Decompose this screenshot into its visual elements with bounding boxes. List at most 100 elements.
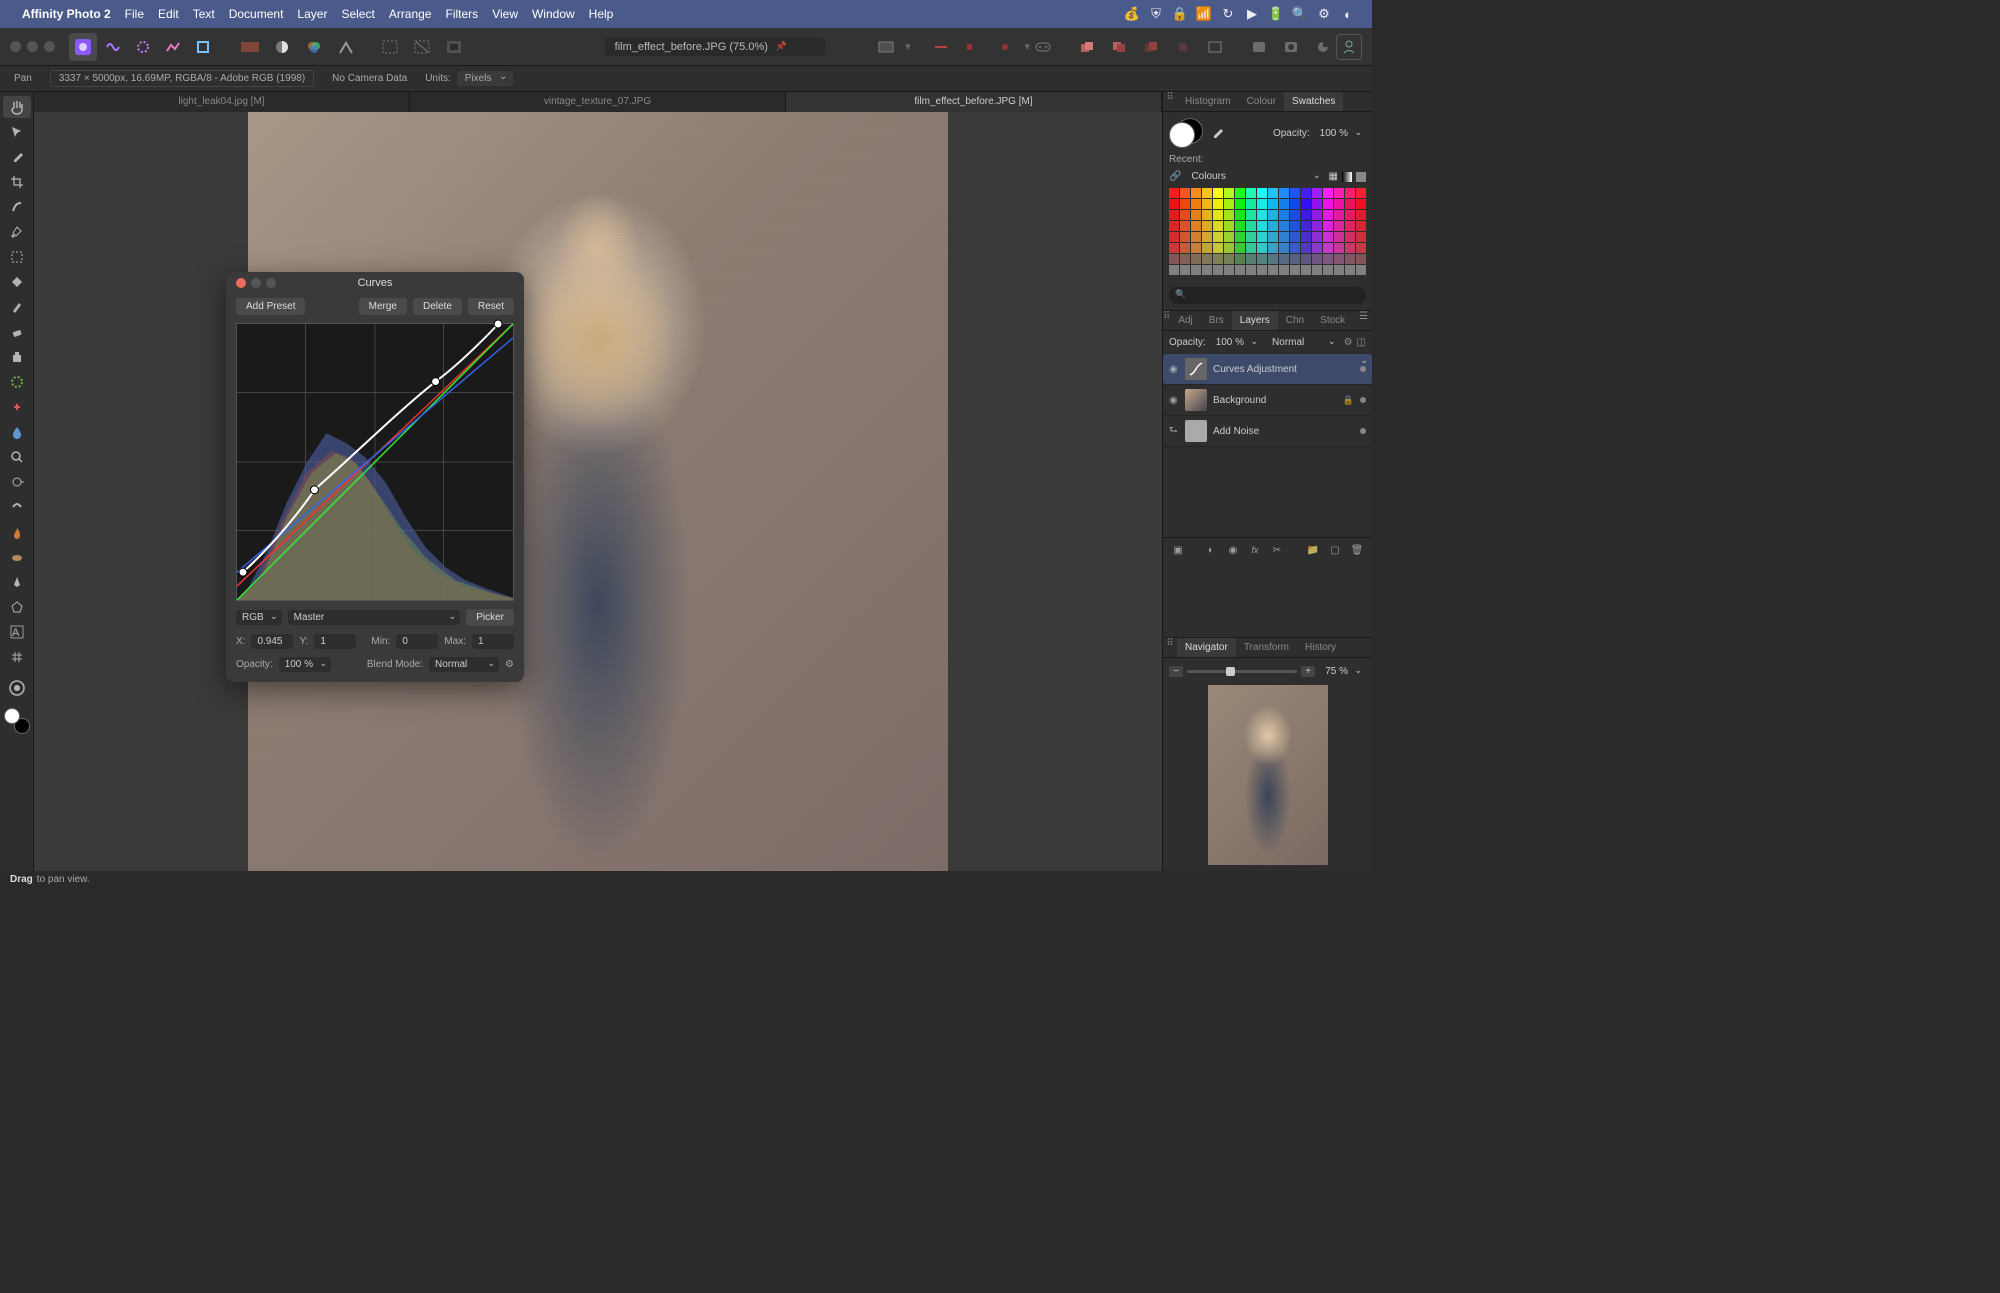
swatch[interactable]	[1312, 199, 1322, 209]
swatch[interactable]	[1323, 243, 1333, 253]
lock-icon[interactable]: 🔒	[1168, 6, 1192, 22]
zoom-slider[interactable]	[1187, 670, 1297, 673]
swatch[interactable]	[1268, 232, 1278, 242]
swatch[interactable]	[1301, 243, 1311, 253]
persona-liquify[interactable]	[99, 33, 127, 61]
adjustment-icon[interactable]: ◐	[1202, 542, 1220, 558]
swatch[interactable]	[1345, 199, 1355, 209]
zoom-out-button[interactable]: −	[1169, 666, 1183, 677]
swatch[interactable]	[1235, 199, 1245, 209]
swatch[interactable]	[1345, 188, 1355, 198]
swatch[interactable]	[1279, 199, 1289, 209]
swatch[interactable]	[1191, 232, 1201, 242]
curves-dialog[interactable]: Curves Add Preset Merge Delete Reset	[226, 272, 524, 682]
arrange-front-icon[interactable]	[1074, 36, 1100, 58]
swatch[interactable]	[1323, 232, 1333, 242]
account-icon[interactable]	[1336, 34, 1362, 60]
swatch[interactable]	[1290, 210, 1300, 220]
inpaint-tool[interactable]	[3, 371, 31, 393]
swatch[interactable]	[1334, 232, 1344, 242]
link-icon[interactable]: 🔗	[1169, 171, 1181, 182]
shape-tool[interactable]	[3, 596, 31, 618]
swatch[interactable]	[1191, 188, 1201, 198]
swatch[interactable]	[1213, 221, 1223, 231]
fx-icon[interactable]: ◉	[1224, 542, 1242, 558]
play-icon[interactable]: ▶	[1240, 6, 1264, 22]
swatch[interactable]	[1257, 232, 1267, 242]
swatch[interactable]	[1180, 243, 1190, 253]
paint-brush-tool[interactable]	[3, 296, 31, 318]
swatch[interactable]	[1180, 265, 1190, 275]
grid-view-icon[interactable]: ▦	[1329, 171, 1338, 182]
swatch[interactable]	[1334, 221, 1344, 231]
swatch[interactable]	[1169, 199, 1179, 209]
swatch[interactable]	[1202, 265, 1212, 275]
swatch[interactable]	[1290, 188, 1300, 198]
select-all-icon[interactable]	[377, 36, 403, 58]
merge-button[interactable]: Merge	[359, 298, 407, 315]
swatch[interactable]	[1202, 210, 1212, 220]
folder-icon[interactable]: 📁	[1304, 542, 1322, 558]
swatch[interactable]	[1301, 188, 1311, 198]
y-input[interactable]: 1	[314, 634, 356, 649]
swatch[interactable]	[1312, 232, 1322, 242]
swatch[interactable]	[1268, 254, 1278, 264]
auto-colors-icon[interactable]	[301, 36, 327, 58]
master-select[interactable]: Master	[288, 610, 461, 625]
swatch[interactable]	[1180, 188, 1190, 198]
swatch[interactable]	[1235, 210, 1245, 220]
swatch[interactable]	[1323, 265, 1333, 275]
menu-file[interactable]: File	[125, 7, 144, 21]
marquee-tool[interactable]	[3, 246, 31, 268]
persona-export[interactable]	[189, 33, 217, 61]
panel-menu-icon[interactable]: ☰	[1353, 311, 1374, 330]
swatch[interactable]	[1312, 254, 1322, 264]
quick-mask-icon[interactable]	[873, 36, 899, 58]
layer-row-curves[interactable]: ◉ Curves Adjustment	[1163, 354, 1372, 385]
swatch[interactable]	[1169, 210, 1179, 220]
swatch[interactable]	[1268, 265, 1278, 275]
swatch[interactable]	[1213, 232, 1223, 242]
swatch[interactable]	[1312, 221, 1322, 231]
invert-selection-icon[interactable]	[441, 36, 467, 58]
swatch[interactable]	[1334, 243, 1344, 253]
assistant-icon[interactable]	[1030, 36, 1056, 58]
swatch[interactable]	[1345, 232, 1355, 242]
swatch[interactable]	[1246, 188, 1256, 198]
navigator-thumbnail[interactable]	[1208, 685, 1328, 865]
layer-row-background[interactable]: ◉ Background 🔒	[1163, 385, 1372, 416]
swatch[interactable]	[1279, 188, 1289, 198]
swatch[interactable]	[1257, 243, 1267, 253]
swatch[interactable]	[1180, 210, 1190, 220]
swatch[interactable]	[1180, 254, 1190, 264]
swatch[interactable]	[1224, 188, 1234, 198]
delete-layer-icon[interactable]: 🗑	[1348, 542, 1366, 558]
curves-graph[interactable]	[236, 323, 514, 601]
swatch[interactable]	[1268, 210, 1278, 220]
swatch[interactable]	[1356, 265, 1366, 275]
tab-transform[interactable]: Transform	[1236, 638, 1297, 657]
auto-contrast-icon[interactable]	[269, 36, 295, 58]
swatch[interactable]	[1235, 265, 1245, 275]
menu-filters[interactable]: Filters	[446, 7, 479, 21]
menu-document[interactable]: Document	[229, 7, 284, 21]
persona-tone[interactable]	[159, 33, 187, 61]
crop-layer-icon[interactable]: ✂	[1268, 542, 1286, 558]
picker-button[interactable]: Picker	[466, 609, 514, 626]
zoom-in-button[interactable]: +	[1301, 666, 1315, 677]
lock-icon[interactable]: 🔒	[1343, 395, 1354, 406]
menu-edit[interactable]: Edit	[158, 7, 179, 21]
add-layer-icon[interactable]: ▢	[1326, 542, 1344, 558]
zoom-value[interactable]: 75 %	[1319, 664, 1366, 679]
curves-opacity-input[interactable]: 100 %	[279, 657, 331, 672]
solid-icon[interactable]	[1356, 172, 1366, 182]
swatch[interactable]	[1235, 232, 1245, 242]
swatch[interactable]	[1235, 221, 1245, 231]
tab-histogram[interactable]: Histogram	[1177, 92, 1239, 111]
swatch[interactable]	[1323, 210, 1333, 220]
menu-view[interactable]: View	[492, 7, 518, 21]
grid-tool[interactable]	[3, 646, 31, 668]
snap2-icon[interactable]	[960, 36, 986, 58]
swatch[interactable]	[1213, 210, 1223, 220]
swatch[interactable]	[1191, 265, 1201, 275]
